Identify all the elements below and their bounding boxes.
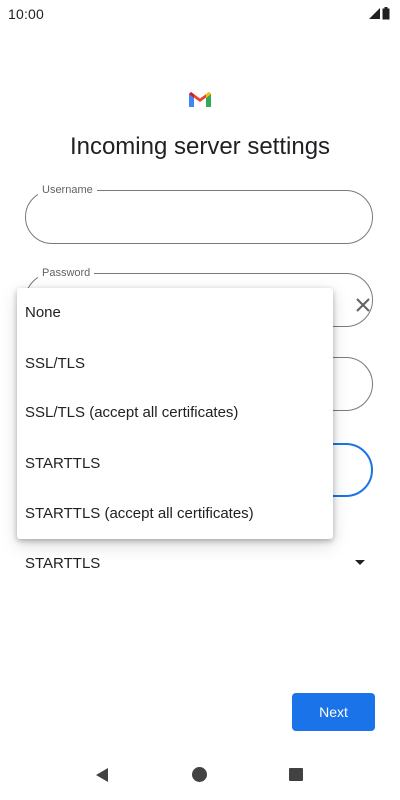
back-icon[interactable] [96,768,108,782]
next-button[interactable]: Next [292,693,375,731]
page-title: Incoming server settings [69,133,331,160]
signal-icon [369,8,380,19]
username-field[interactable]: Username [25,183,373,244]
status-bar: 10:00 [0,0,400,28]
menu-item-ssl-tls-accept-all[interactable]: SSL/TLS (accept all certificates) [17,388,333,438]
navigation-bar [0,755,400,795]
security-options-menu: None SSL/TLS SSL/TLS (accept all certifi… [17,288,333,539]
close-icon[interactable] [354,296,372,314]
password-label: Password [38,266,95,280]
menu-item-ssl-tls[interactable]: SSL/TLS [17,339,333,389]
status-time: 10:00 [8,6,45,22]
gmail-logo [189,92,211,107]
menu-item-starttls-accept-all[interactable]: STARTTLS (accept all certificates) [17,489,333,539]
home-icon[interactable] [192,767,207,782]
battery-icon [382,7,390,20]
username-label: Username [38,183,97,197]
menu-item-none[interactable]: None [17,288,333,338]
recents-icon[interactable] [289,768,303,781]
security-type-select[interactable]: STARTTLS [25,548,375,578]
menu-item-starttls[interactable]: STARTTLS [17,439,333,489]
status-icons [369,7,390,20]
security-type-value: STARTTLS [25,555,101,572]
dropdown-arrow-icon [355,560,365,565]
